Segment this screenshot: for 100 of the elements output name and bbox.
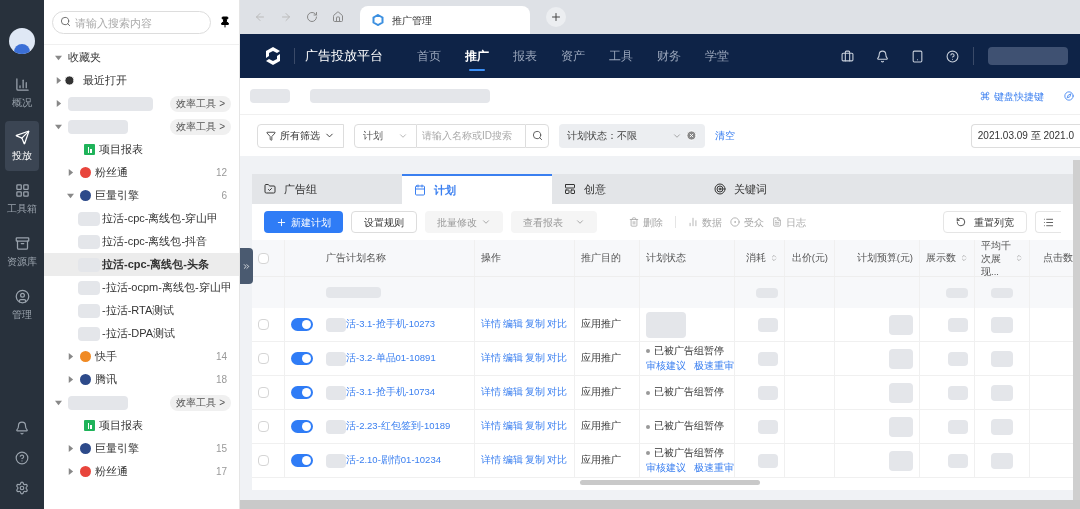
efficiency-tools-button[interactable]: 效率工具 > [170,394,231,411]
help-icon[interactable] [15,451,29,465]
scrollbar[interactable] [1073,160,1080,500]
rail-item[interactable]: 管理 [5,280,39,330]
collapse-handle[interactable] [240,248,253,284]
column-header[interactable]: 推广目的 [581,250,621,266]
compass-icon[interactable] [1064,91,1074,101]
plan-name-link[interactable]: 活-3.1-抢手机-10273 [346,317,436,332]
action-link[interactable]: 详情 [481,351,501,366]
action-link[interactable]: 复制 [525,317,545,332]
help-icon[interactable] [946,49,959,63]
rail-item[interactable]: 工具箱 [5,174,39,224]
tab[interactable]: 关键词 [702,174,852,204]
search-button[interactable] [525,123,549,148]
reset-column-width-button[interactable]: 重置列宽 [943,211,1027,233]
tab[interactable]: 计划 [402,174,552,204]
status-link[interactable]: 极速重审 [694,460,734,475]
checkbox[interactable] [258,319,269,330]
checkbox[interactable] [258,387,269,398]
clear-link[interactable]: 清空 [715,128,735,143]
action-link[interactable]: 详情 [481,453,501,468]
status-link[interactable]: 审核建议 [646,358,686,373]
action-link[interactable]: 对比 [547,317,567,332]
tree-label[interactable]: 快手 [95,348,117,365]
action-link[interactable]: 详情 [481,385,501,400]
toggle-switch[interactable] [291,454,313,467]
status-link[interactable]: 审核建议 [646,460,686,475]
date-range-field[interactable]: 2021.03.09 至 2021.0 [970,123,1080,148]
tree-item[interactable]: -拉活-DPA测试 [44,322,239,345]
nav-tab[interactable]: 报表 [501,34,549,78]
tree-item[interactable]: 拉活-cpc-离线包-穿山甲 [44,207,239,230]
notification-icon[interactable] [876,49,889,63]
action-link[interactable]: 复制 [525,453,545,468]
tablet-icon[interactable] [911,49,924,63]
plan-name-link[interactable]: 活-2.23-红包签到-10189 [346,419,451,434]
tree-label[interactable]: 腾讯 [95,371,117,388]
column-header[interactable]: 计划状态 [646,250,686,266]
column-header[interactable]: 计划预算(元) [856,250,913,266]
action-link[interactable]: 编辑 [503,453,523,468]
level-select[interactable]: 计划 [354,123,417,148]
new-tab-button[interactable] [546,7,566,27]
efficiency-tools-button[interactable]: 效率工具 > [170,118,231,135]
efficiency-tools-button[interactable]: 效率工具 > [170,95,231,112]
new-plan-button[interactable]: 新建计划 [264,211,343,233]
tree-label[interactable]: 巨量引擎 [95,440,139,457]
tree-label[interactable]: 粉丝通 [95,463,128,480]
scrollbar[interactable] [240,500,1080,509]
briefcase-icon[interactable] [841,49,854,63]
nav-tab[interactable]: 推广 [453,34,501,78]
action-link[interactable]: 详情 [481,419,501,434]
tree-label[interactable]: 项目报表 [99,417,143,434]
column-header[interactable]: 操作 [481,250,501,266]
action-link[interactable]: 编辑 [503,317,523,332]
nav-tab[interactable]: 财务 [645,34,693,78]
toggle-switch[interactable] [291,318,313,331]
nav-tab[interactable]: 工具 [597,34,645,78]
column-header[interactable]: 广告计划名称 [326,250,386,266]
tab[interactable]: 创意 [552,174,702,204]
nav-tab[interactable]: 首页 [405,34,453,78]
tree-label[interactable]: 粉丝通 [95,164,128,181]
avatar[interactable] [9,28,35,54]
tree-label[interactable]: 巨量引擎 [95,187,139,204]
toggle-switch[interactable] [291,386,313,399]
clear-icon[interactable] [686,130,697,141]
tree-item[interactable]: 拉活-cpc-离线包-抖音 [44,230,239,253]
action-link[interactable]: 编辑 [503,419,523,434]
action-link[interactable]: 复制 [525,351,545,366]
toggle-switch[interactable] [291,352,313,365]
column-header[interactable]: 出价(元) [791,250,828,266]
action-link[interactable]: 详情 [481,317,501,332]
rail-item[interactable]: 概况 [5,68,39,118]
scrollbar[interactable] [580,479,760,485]
checkbox[interactable] [258,421,269,432]
tree-label[interactable]: 收藏夹 [68,49,101,66]
action-link[interactable]: 对比 [547,419,567,434]
action-link[interactable]: 复制 [525,385,545,400]
rail-item[interactable]: 资源库 [5,227,39,277]
search-field[interactable]: 请输入名称或ID搜索 [417,123,525,148]
pin-icon[interactable] [219,16,231,28]
tree-item[interactable]: 拉活-cpc-离线包-头条 [44,253,239,276]
all-filters-dropdown[interactable]: 所有筛选 [257,123,344,148]
column-header[interactable]: 消耗 [746,250,766,266]
nav-tab[interactable]: 资产 [549,34,597,78]
action-link[interactable]: 复制 [525,419,545,434]
status-filter-dropdown[interactable]: 计划状态：不限 [559,123,705,148]
status-link[interactable]: 极速重审 [694,358,734,373]
toggle-switch[interactable] [291,420,313,433]
reload-icon[interactable] [306,11,318,23]
home-icon[interactable] [332,11,344,23]
plan-name-link[interactable]: 活-2.10-剧情01-10234 [346,453,441,468]
browser-tab[interactable]: 推广管理 [360,6,530,34]
set-rules-button[interactable]: 设置规则 [351,211,417,233]
keyboard-shortcuts-link[interactable]: 键盘快捷键 [994,88,1044,104]
checkbox[interactable] [258,353,269,364]
column-settings-button[interactable] [1035,211,1061,233]
column-header[interactable]: 点击数 [1043,250,1073,266]
action-link[interactable]: 对比 [547,351,567,366]
notification-icon[interactable] [15,421,29,435]
search-field[interactable]: 请输入搜索内容 [52,11,211,35]
column-header[interactable]: 平均千次展现... [981,238,1011,278]
